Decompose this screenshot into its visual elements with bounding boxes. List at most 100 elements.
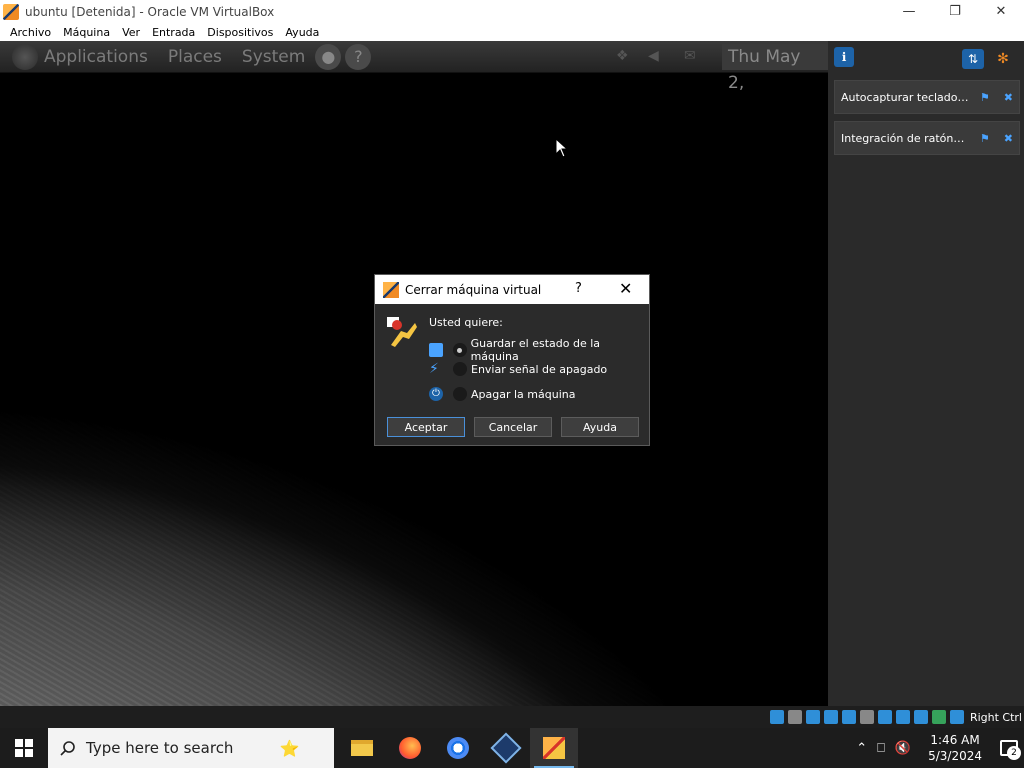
audio-icon[interactable]: [805, 710, 820, 724]
vm-statusbar: Right Ctrl: [0, 706, 1024, 728]
taskbar-virtualbox[interactable]: [482, 728, 530, 768]
menu-dispositivos[interactable]: Dispositivos: [201, 26, 279, 39]
guest-volume-icon[interactable]: ◀: [648, 48, 659, 64]
menu-ver[interactable]: Ver: [116, 26, 146, 39]
volume-muted-icon[interactable]: 🔇: [895, 741, 911, 756]
network-tray-icon[interactable]: ⎕: [877, 741, 885, 756]
shutdown-machine-icon: [387, 317, 417, 347]
chrome-icon: [447, 737, 469, 759]
notification-item[interactable]: Autocapturar teclado… ⚑ ✖: [834, 80, 1020, 114]
acpi-shutdown-icon: ⚡: [429, 361, 439, 377]
windows-logo-icon: [15, 739, 33, 757]
notification-text: Autocapturar teclado…: [841, 90, 969, 104]
option-acpi-shutdown[interactable]: ⚡ Enviar señal de apagado: [429, 362, 607, 376]
menu-ayuda[interactable]: Ayuda: [279, 26, 325, 39]
clock-date: 5/3/2024: [928, 749, 982, 763]
radio-acpi-shutdown[interactable]: [453, 362, 467, 376]
action-center-button[interactable]: 2: [994, 728, 1024, 768]
save-state-icon: [429, 343, 443, 357]
close-icon: ✕: [995, 4, 1007, 19]
shared-folders-icon[interactable]: [859, 710, 874, 724]
taskbar-search-box[interactable]: Type here to search ⭐: [48, 728, 334, 768]
windows-taskbar: Type here to search ⭐ ⌃ ⎕ 🔇 1:46 AM 5/3/…: [0, 728, 1024, 768]
option-power-off[interactable]: ⏻ Apagar la máquina: [429, 387, 575, 401]
notification-center: ℹ ⇅ ✻ Autocapturar teclado… ⚑ ✖ Integrac…: [828, 41, 1024, 706]
virtualbox-icon: [3, 3, 19, 20]
notification-count: 2: [1007, 746, 1021, 760]
minimize-icon: —: [902, 4, 916, 19]
guest-top-panel: Applications Places System ● ? ❖ ◀ ✉ Thu…: [0, 41, 828, 93]
search-highlight-icon: ⭐: [279, 738, 300, 758]
close-button[interactable]: ✕: [978, 0, 1024, 23]
usb-icon[interactable]: [841, 710, 856, 724]
radio-save-state[interactable]: [452, 343, 467, 357]
guest-help-glyph: ?: [354, 47, 363, 66]
notification-toggle-icon[interactable]: ℹ: [834, 47, 854, 67]
option-label: Guardar el estado de la máquina: [470, 337, 601, 363]
notification-close-icon[interactable]: ✖: [1004, 132, 1013, 145]
dialog-titlebar: Cerrar máquina virtual ? ✕: [375, 275, 649, 304]
virtualbox-icon: [490, 732, 522, 764]
restore-icon: ❐: [949, 4, 961, 19]
notification-item[interactable]: Integración de ratón… ⚑ ✖: [834, 121, 1020, 155]
network-icon[interactable]: [823, 710, 838, 724]
clock-time: 1:46 AM: [930, 733, 980, 747]
menu-entrada[interactable]: Entrada: [146, 26, 201, 39]
firefox-icon: [399, 737, 421, 759]
dialog-title: Cerrar máquina virtual: [405, 282, 542, 297]
taskbar-file-explorer[interactable]: [338, 728, 386, 768]
start-button[interactable]: [0, 728, 48, 768]
guest-browser-icon[interactable]: ●: [315, 43, 342, 70]
optical-drive-icon[interactable]: [787, 710, 802, 724]
show-hidden-icons-icon[interactable]: ⌃: [856, 741, 867, 756]
display-icon[interactable]: [877, 710, 892, 724]
ok-button[interactable]: Aceptar: [387, 417, 465, 437]
radio-power-off[interactable]: [453, 387, 467, 401]
search-icon: [60, 741, 75, 756]
taskbar-chrome[interactable]: [434, 728, 482, 768]
notification-text: Integración de ratón…: [841, 131, 965, 145]
help-button[interactable]: Ayuda: [561, 417, 639, 437]
dialog-button-row: Aceptar Cancelar Ayuda: [387, 417, 639, 437]
guest-menu-applications[interactable]: Applications: [44, 47, 148, 67]
dialog-question: Usted quiere:: [429, 316, 503, 329]
dialog-help-button[interactable]: ?: [575, 281, 582, 296]
guest-menu-system[interactable]: System: [242, 47, 305, 67]
taskbar-firefox[interactable]: [386, 728, 434, 768]
notification-pin-icon[interactable]: ⚑: [980, 91, 990, 104]
menu-maquina[interactable]: Máquina: [57, 26, 116, 39]
taskbar-virtualbox-vm[interactable]: [530, 728, 578, 768]
cancel-button[interactable]: Cancelar: [474, 417, 552, 437]
search-placeholder: Type here to search: [86, 739, 234, 757]
keyboard-capture-icon[interactable]: [949, 710, 964, 724]
video-capture-icon[interactable]: [895, 710, 910, 724]
mouse-integration-icon[interactable]: [931, 710, 946, 724]
notification-clear-icon[interactable]: ✻: [992, 49, 1014, 69]
hard-disk-icon[interactable]: [769, 710, 784, 724]
guest-help-icon[interactable]: ?: [345, 43, 372, 70]
dialog-close-button[interactable]: ✕: [619, 279, 632, 298]
close-vm-dialog: Cerrar máquina virtual ? ✕ Usted quiere:…: [374, 274, 650, 446]
system-tray: ⌃ ⎕ 🔇 1:46 AM 5/3/2024 2: [851, 728, 1024, 768]
notification-sort-icon[interactable]: ⇅: [962, 49, 984, 69]
cpu-icon[interactable]: [913, 710, 928, 724]
taskbar-clock[interactable]: 1:46 AM 5/3/2024: [928, 732, 982, 764]
option-label: Enviar señal de apagado: [471, 362, 608, 376]
menu-bar: Archivo Máquina Ver Entrada Dispositivos…: [0, 23, 1024, 41]
window-titlebar: ubuntu [Detenida] - Oracle VM VirtualBox…: [0, 0, 1024, 23]
notification-pin-icon[interactable]: ⚑: [980, 132, 990, 145]
power-off-icon: ⏻: [429, 387, 443, 401]
guest-clock[interactable]: Thu May 2,: [722, 44, 828, 93]
virtualbox-vm-icon: [543, 737, 565, 759]
guest-mail-icon[interactable]: ✉: [684, 48, 696, 64]
maximize-button[interactable]: ❐: [932, 0, 978, 23]
guest-menu-places[interactable]: Places: [168, 47, 222, 67]
option-save-state[interactable]: Guardar el estado de la máquina: [429, 337, 649, 363]
guest-network-icon[interactable]: ❖: [616, 48, 629, 64]
notification-toolbar: ℹ ⇅ ✻: [828, 41, 1024, 73]
host-key-label: Right Ctrl: [969, 710, 1022, 724]
menu-archivo[interactable]: Archivo: [4, 26, 57, 39]
mouse-cursor-icon: [555, 138, 567, 158]
notification-close-icon[interactable]: ✖: [1004, 91, 1013, 104]
minimize-button[interactable]: —: [886, 0, 932, 23]
